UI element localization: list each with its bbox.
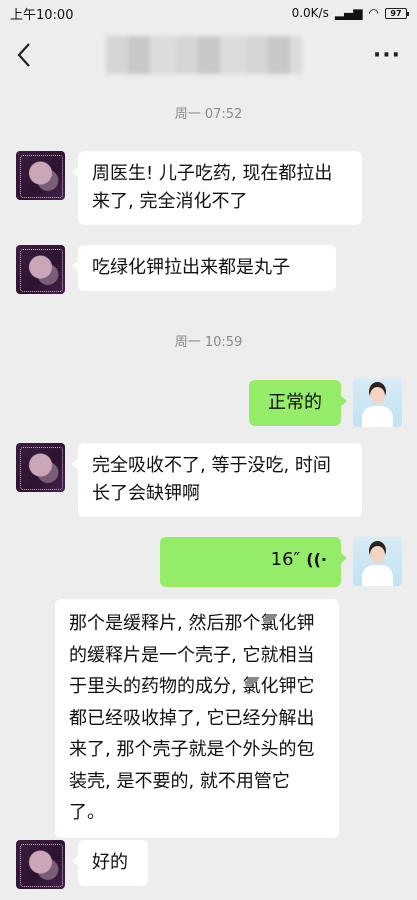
chevron-left-icon — [17, 43, 30, 67]
voice-content: 16″ ((· — [174, 546, 327, 574]
status-time: 上午10:00 — [10, 7, 74, 23]
back-button[interactable] — [16, 40, 46, 70]
signal-icon: ▂▄▆ — [334, 6, 363, 20]
voice-duration: 16″ — [270, 549, 301, 570]
doctor-head — [370, 387, 385, 404]
contact-name-blurred — [106, 36, 302, 74]
incoming-message[interactable]: 好的 — [72, 840, 148, 886]
user-avatar[interactable] — [16, 151, 65, 200]
doctor-avatar[interactable] — [353, 537, 402, 586]
user-avatar[interactable] — [16, 245, 65, 294]
incoming-message[interactable]: 吃绿化钾拉出来都是丸子 — [72, 245, 336, 291]
status-bar: 上午10:00 0.0K/s ▂▄▆ ◠ 97 — [0, 0, 417, 26]
user-avatar[interactable] — [16, 840, 65, 889]
incoming-message[interactable]: 完全吸收不了, 等于没吃, 时间长了会缺钾啊 — [72, 443, 362, 517]
status-icons: 0.0K/s ▂▄▆ ◠ 97 — [291, 6, 409, 20]
voice-wave-icon: ((· — [306, 550, 327, 569]
voice-message[interactable]: 16″ ((· — [160, 537, 347, 587]
doctor-coat — [362, 406, 393, 427]
net-speed: 0.0K/s — [291, 6, 329, 20]
user-avatar[interactable] — [16, 443, 65, 492]
chat-header: ··· — [0, 26, 417, 84]
battery-icon: 97 — [385, 7, 409, 19]
timestamp: 周一 07:52 — [174, 107, 243, 122]
doctor-avatar[interactable] — [353, 378, 402, 427]
wifi-icon: ◠ — [368, 6, 379, 20]
incoming-message[interactable]: 周医生! 儿子吃药, 现在都拉出来了, 完全消化不了 — [72, 151, 362, 225]
doctor-head — [370, 546, 385, 563]
timestamp: 周一 10:59 — [174, 335, 243, 350]
more-button[interactable]: ··· — [373, 43, 401, 68]
doctor-coat — [362, 565, 393, 586]
outgoing-message[interactable]: 正常的 — [249, 380, 347, 426]
incoming-message[interactable]: 那个是缓释片, 然后那个氯化钾的缓释片是一个壳子, 它就相当于里头的药物的成分,… — [55, 599, 339, 838]
